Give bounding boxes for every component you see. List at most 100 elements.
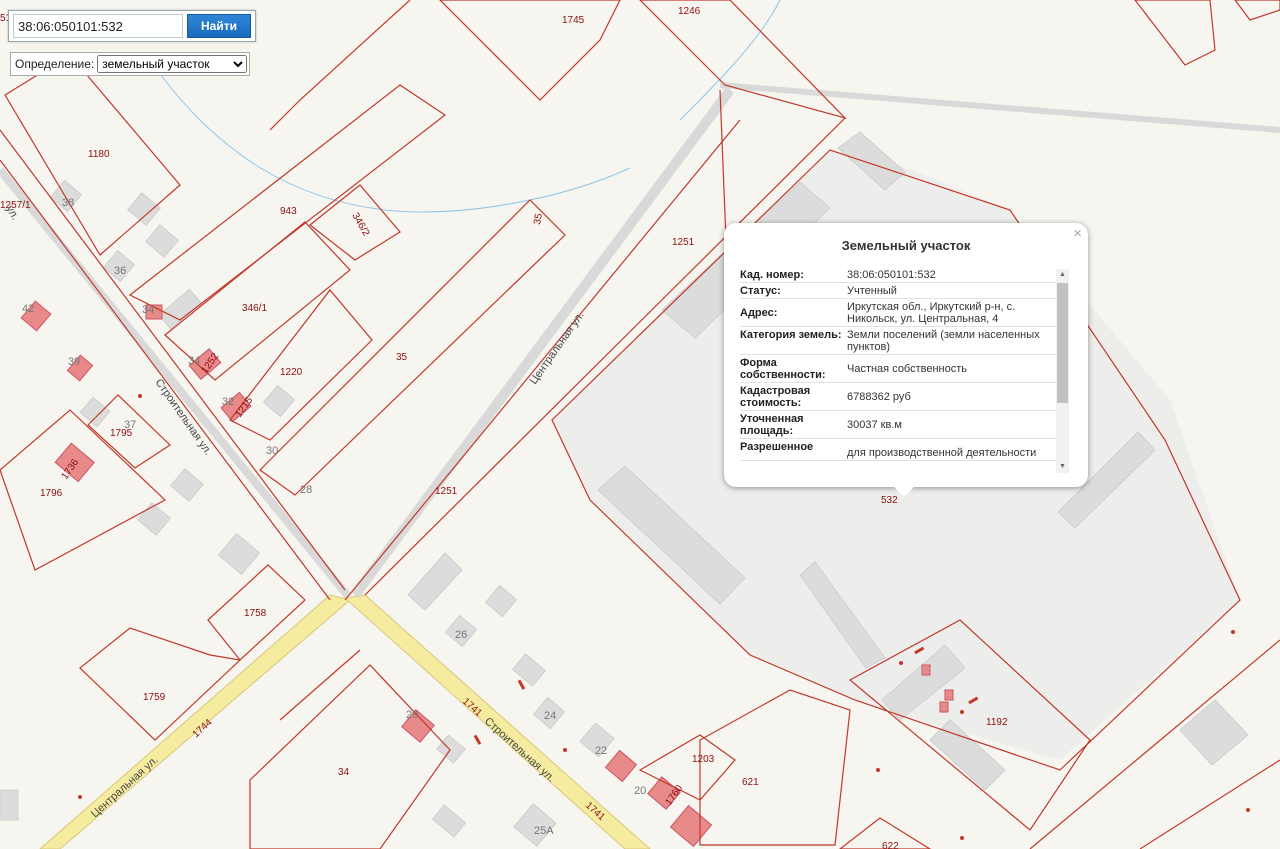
house-number: 25А bbox=[534, 825, 554, 837]
plot-label: 622 bbox=[882, 841, 899, 849]
parcel-edge bbox=[269, 0, 411, 131]
info-row: Статус: Учтенный bbox=[740, 283, 1056, 299]
definition-panel: Определение: земельный участок bbox=[10, 52, 251, 76]
plot-label: 346/1 bbox=[242, 303, 267, 314]
parcel-top-right bbox=[1134, 0, 1216, 66]
house-number: 39 bbox=[68, 356, 80, 368]
parcel-621 bbox=[699, 689, 851, 846]
info-row-label: Кадастровая стоимость: bbox=[740, 385, 811, 409]
plot-label: 1192 bbox=[986, 717, 1008, 728]
popup-title: Земельный участок bbox=[841, 238, 971, 253]
building bbox=[1179, 699, 1249, 766]
plot-label: 621 bbox=[742, 777, 759, 788]
building-highlighted bbox=[939, 701, 949, 713]
info-row: Кадастровая стоимость: 6788362 руб bbox=[740, 383, 1056, 411]
info-row-value: Земли поселений (земли населенных пункто… bbox=[847, 329, 1040, 353]
house-number: 37 bbox=[124, 419, 136, 431]
building bbox=[145, 224, 179, 258]
info-row-label: Категория земель: bbox=[740, 329, 842, 341]
info-row: Адрес: Иркутская обл., Иркутский р-н, с.… bbox=[740, 299, 1056, 327]
search-panel: Найти bbox=[8, 10, 256, 42]
popup-scrollbar[interactable]: ▲ ▼ bbox=[1056, 269, 1069, 473]
parcel-info-popup: × Земельный участок Кад. номер: 38:06:05… bbox=[724, 223, 1088, 497]
road-central-main bbox=[39, 594, 352, 849]
info-row-value: Иркутская обл., Иркутский р-н, с. Николь… bbox=[847, 301, 1016, 325]
parcel-34 bbox=[249, 664, 451, 849]
house-number: 34 bbox=[188, 355, 200, 367]
parcel-top-right-2 bbox=[1234, 0, 1280, 21]
plot-label: 346/2 bbox=[349, 211, 371, 239]
parcel-1246 bbox=[639, 0, 847, 120]
building bbox=[127, 192, 161, 226]
definition-label: Определение: bbox=[15, 57, 95, 71]
building bbox=[431, 804, 467, 838]
plot-label: 1220 bbox=[280, 367, 303, 378]
plot-label: 35 bbox=[532, 212, 545, 225]
house-number: 30 bbox=[266, 445, 278, 457]
info-row: Уточненная площадь: 30037 кв.м bbox=[740, 411, 1056, 439]
plot-label: 1745 bbox=[562, 15, 585, 26]
building-highlighted bbox=[921, 664, 931, 676]
house-number: 29 bbox=[406, 709, 418, 721]
house-labels: 38 36 34 34 32 30 28 42 39 37 26 24 22 2… bbox=[22, 197, 646, 837]
scroll-up-icon[interactable]: ▲ bbox=[1056, 269, 1069, 281]
info-row-label: Кад. номер: bbox=[740, 269, 804, 281]
building bbox=[511, 653, 547, 687]
building bbox=[436, 734, 466, 764]
info-row-value: 38:06:050101:532 bbox=[847, 269, 936, 281]
plot-label: 1251 bbox=[672, 237, 695, 248]
info-row: Категория земель: Земли поселений (земли… bbox=[740, 327, 1056, 355]
info-row-label: Статус: bbox=[740, 285, 781, 297]
parcel-edge bbox=[0, 129, 346, 591]
street-label: Строительная ул. bbox=[482, 715, 557, 784]
house-number: 42 bbox=[22, 303, 34, 315]
scroll-down-icon[interactable]: ▼ bbox=[1056, 461, 1069, 473]
building bbox=[79, 396, 111, 428]
house-number: 32 bbox=[222, 396, 234, 408]
parcel-1759 bbox=[79, 627, 242, 741]
building bbox=[217, 532, 261, 576]
house-number: 34 bbox=[142, 304, 154, 316]
plot-label: 35 bbox=[396, 352, 408, 363]
info-row: Кад. номер: 38:06:050101:532 bbox=[740, 267, 1056, 283]
info-row-value: 6788362 руб bbox=[847, 391, 911, 403]
info-row-label: Уточненная площадь: bbox=[740, 413, 804, 437]
building-highlighted bbox=[944, 689, 954, 701]
info-row: Форма собственности: Частная собственнос… bbox=[740, 355, 1056, 383]
stream-line bbox=[679, 0, 781, 121]
street-labels: Центральная ул. Строительная ул. Строите… bbox=[3, 204, 586, 821]
popup-body[interactable]: Кад. номер: 38:06:050101:532 Статус: Учт… bbox=[740, 267, 1056, 473]
definition-select[interactable]: земельный участок bbox=[97, 55, 248, 73]
parcel-1745 bbox=[439, 0, 621, 101]
building-highlighted bbox=[669, 804, 713, 848]
plot-label: 1180 bbox=[88, 149, 110, 160]
parcel-edge bbox=[279, 649, 361, 721]
info-row-label: Форма собственности: bbox=[740, 357, 826, 381]
cadastral-search-input[interactable] bbox=[13, 14, 183, 38]
building bbox=[262, 384, 296, 418]
popup-pointer bbox=[894, 487, 914, 497]
info-row-label: Адрес: bbox=[740, 307, 778, 319]
house-number: 38 bbox=[62, 197, 74, 209]
map-canvas[interactable]: 1180 943 346/2 346/1 1220 35 35 1251 125… bbox=[0, 0, 1280, 849]
search-button[interactable]: Найти bbox=[187, 14, 251, 38]
info-row-value: Учтенный bbox=[847, 285, 897, 297]
plot-label: 1758 bbox=[244, 608, 267, 619]
street-label: Центральная ул. bbox=[89, 754, 161, 820]
building bbox=[137, 502, 171, 536]
plot-label: 1203 bbox=[692, 754, 715, 765]
plot-label: 943 bbox=[280, 206, 297, 217]
house-number: 26 bbox=[455, 629, 467, 641]
house-number: 28 bbox=[300, 484, 312, 496]
info-row-value: Частная собственность bbox=[847, 363, 968, 375]
parcel-edge bbox=[1139, 759, 1280, 849]
house-number: 24 bbox=[544, 710, 556, 722]
parcel-35 bbox=[259, 199, 566, 496]
plot-label: 1251 bbox=[435, 486, 458, 497]
building bbox=[407, 552, 463, 611]
building bbox=[170, 468, 204, 502]
house-number: 36 bbox=[114, 265, 126, 277]
scrollbar-thumb[interactable] bbox=[1057, 283, 1068, 403]
info-row-value: 30037 кв.м bbox=[847, 419, 902, 431]
parcel-1796 bbox=[0, 409, 167, 571]
